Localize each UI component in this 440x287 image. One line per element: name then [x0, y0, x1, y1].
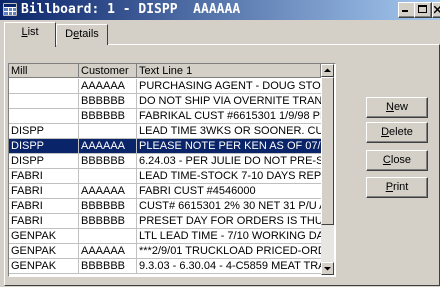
- table-row[interactable]: GENPAK BBBBBB 9.3.03 - 6.30.04 - 4-C5859 M…: [9, 259, 321, 274]
- table-row[interactable]: FABRIBBBBBBPRESET DAY FOR ORDERS IS THUR…: [9, 214, 321, 229]
- app-icon: [3, 3, 17, 16]
- print-button-label: rint: [393, 181, 409, 193]
- grid-cell-mill: [9, 79, 79, 94]
- new-button-accel: N: [385, 101, 394, 113]
- table-row[interactable]: FABRI AAAAAA FABRI CUST #4546000: [9, 184, 321, 199]
- column-header-mill[interactable]: Mill: [9, 64, 79, 78]
- grid-cell-customer: [79, 229, 137, 244]
- delete-button-accel: D: [381, 126, 390, 138]
- grid-cell-mill: DISPP: [9, 139, 79, 154]
- table-row[interactable]: GENPAK AAAAAA ***2/9/01 TRUCKLOAD PRICED-O…: [9, 244, 321, 259]
- grid-cell-mill: GENPAK: [9, 259, 79, 274]
- new-button-label: ew: [393, 101, 408, 113]
- grid-cell-customer: BBBBBB: [79, 154, 137, 169]
- grid-cell-text-line-1: 6.24.03 - PER JULIE DO NOT PRE-SET DISP(: [137, 154, 321, 169]
- grid-cell-mill: FABRI: [9, 169, 79, 184]
- new-button[interactable]: New: [366, 97, 428, 118]
- grid-cell-mill: [9, 94, 79, 109]
- print-button[interactable]: Print: [366, 177, 428, 198]
- table-row-selected[interactable]: DISPP AAAAAA PLEASE NOTE PER KEN AS OF 07/…: [9, 139, 321, 154]
- grid-cell-text-line-1: 9.3.03 - 6.30.04 - 4-C5859 MEAT TRAYS 3(: [137, 259, 321, 274]
- close-button-label: lose: [390, 154, 412, 166]
- column-header-customer[interactable]: Customer: [79, 64, 137, 78]
- grid-cell-mill: FABRI: [9, 199, 79, 214]
- grid-cell-mill: GENPAK: [9, 229, 79, 244]
- grid-cell-mill: FABRI: [9, 214, 79, 229]
- table-row[interactable]: FABRI BBBBBB CUST# 6615301 2% 30 NET 31 P/…: [9, 199, 321, 214]
- grid-cell-customer: AAAAAA: [79, 244, 137, 259]
- grid-cell-text-line-1: PLEASE NOTE PER KEN AS OF 07/06/01- M: [137, 140, 321, 154]
- scroll-up-button[interactable]: [321, 64, 334, 77]
- vertical-scrollbar[interactable]: [321, 64, 334, 275]
- grid-cell-customer: AAAAAA: [79, 139, 137, 154]
- maximize-button[interactable]: [414, 2, 432, 18]
- grid-cell-customer: BBBBBB: [79, 199, 137, 214]
- grid-cell-mill: GENPAK: [9, 244, 79, 259]
- column-header-text-line-1[interactable]: Text Line 1: [137, 64, 321, 78]
- tab-details-label-prefix: D: [65, 28, 74, 40]
- table-row[interactable]: GENPAK LTL LEAD TIME - 7/10 WORKING DAYS*…: [9, 229, 321, 244]
- close-window-button[interactable]: [432, 2, 440, 18]
- grid-cell-customer: AAAAAA: [79, 79, 137, 94]
- grid-cell-customer: BBBBBB: [79, 94, 137, 109]
- delete-button-label: elete: [389, 126, 413, 138]
- print-button-accel: P: [385, 181, 394, 193]
- grid-cell-text-line-1: DO NOT SHIP VIA OVERNITE TRANPORT/YE: [137, 94, 321, 109]
- delete-button[interactable]: Delete: [366, 122, 428, 143]
- grid-cell-mill: DISPP: [9, 124, 79, 139]
- table-row[interactable]: DISPP LEAD TIME 3WKS OR SOONER. CURRENT L: [9, 124, 321, 139]
- grid-cell-text-line-1: LEAD TIME-STOCK 7-10 DAYS REPEAT PRI: [137, 170, 321, 184]
- table-row[interactable]: AAAAAA PURCHASING AGENT - DOUG STONE: [9, 79, 321, 94]
- arrow-up-icon: [324, 68, 331, 72]
- scroll-down-button[interactable]: [321, 262, 334, 275]
- tab-details[interactable]: Details: [56, 24, 108, 45]
- close-button-accel: C: [382, 154, 391, 166]
- grid-cell-text-line-1: LEAD TIME 3WKS OR SOONER. CURRENT L: [137, 124, 321, 139]
- grid-cell-mill: [9, 109, 79, 124]
- grid-cell-customer: BBBBBB: [79, 214, 137, 229]
- grid-cell-mill: DISPP: [9, 154, 79, 169]
- table-row[interactable]: FABRI LEAD TIME-STOCK 7-10 DAYS REPEAT PR…: [9, 169, 321, 184]
- grid-cell-text-line-1: ***2/9/01 TRUCKLOAD PRICED-ORDERS T/L: [137, 244, 321, 259]
- tab-details-label: tails: [79, 28, 99, 40]
- table-row[interactable]: DISPP BBBBBB 6.24.03 - PER JULIE DO NOT PR…: [9, 154, 321, 169]
- close-button[interactable]: Close: [366, 150, 428, 171]
- grid-cell-text-line-1: PURCHASING AGENT - DOUG STONE: [137, 80, 321, 94]
- table-row[interactable]: BBBBBBFABRIKAL CUST #6615301 1/9/98 PER …: [9, 109, 321, 124]
- billboard-window: Billboard: 1 - DISPP AAAAAA List Details…: [0, 0, 440, 287]
- billboard-grid[interactable]: Mill Customer Text Line 1 AAAAAA PURCHASI…: [8, 63, 336, 277]
- grid-cell-text-line-1: LTL LEAD TIME - 7/10 WORKING DAYS**T/L: [137, 229, 321, 244]
- arrow-down-icon: [324, 267, 331, 271]
- grid-cell-customer: BBBBBB: [79, 109, 137, 124]
- grid-cell-customer: [79, 169, 137, 184]
- grid-cell-text-line-1: FABRI CUST #4546000: [137, 184, 321, 199]
- grid-cell-customer: [79, 124, 137, 139]
- grid-cell-text-line-1: FABRIKAL CUST #6615301 1/9/98 PER DO: [137, 110, 321, 124]
- maximize-icon: [418, 5, 427, 13]
- close-icon: [434, 6, 440, 14]
- window-title: Billboard: 1 - DISPP AAAAAA: [21, 2, 241, 17]
- grid-cell-text-line-1: CUST# 6615301 2% 30 NET 31 P/U ALLOW: [137, 199, 321, 214]
- grid-cell-customer: AAAAAA: [79, 184, 137, 199]
- grid-cell-text-line-1: PRESET DAY FOR ORDERS IS THURSDAY: [137, 214, 321, 229]
- tab-list-label: ist: [27, 26, 39, 38]
- title-bar[interactable]: Billboard: 1 - DISPP AAAAAA: [0, 0, 440, 20]
- table-row[interactable]: BBBBBBDO NOT SHIP VIA OVERNITE TRANPORT/…: [9, 94, 321, 109]
- scroll-thumb[interactable]: [321, 77, 334, 225]
- grid-cell-mill: FABRI: [9, 184, 79, 199]
- minimize-icon: [402, 10, 408, 12]
- grid-cell-customer: BBBBBB: [79, 259, 137, 274]
- grid-body: Mill Customer Text Line 1 AAAAAA PURCHASI…: [9, 64, 321, 274]
- tab-list[interactable]: List: [4, 22, 56, 47]
